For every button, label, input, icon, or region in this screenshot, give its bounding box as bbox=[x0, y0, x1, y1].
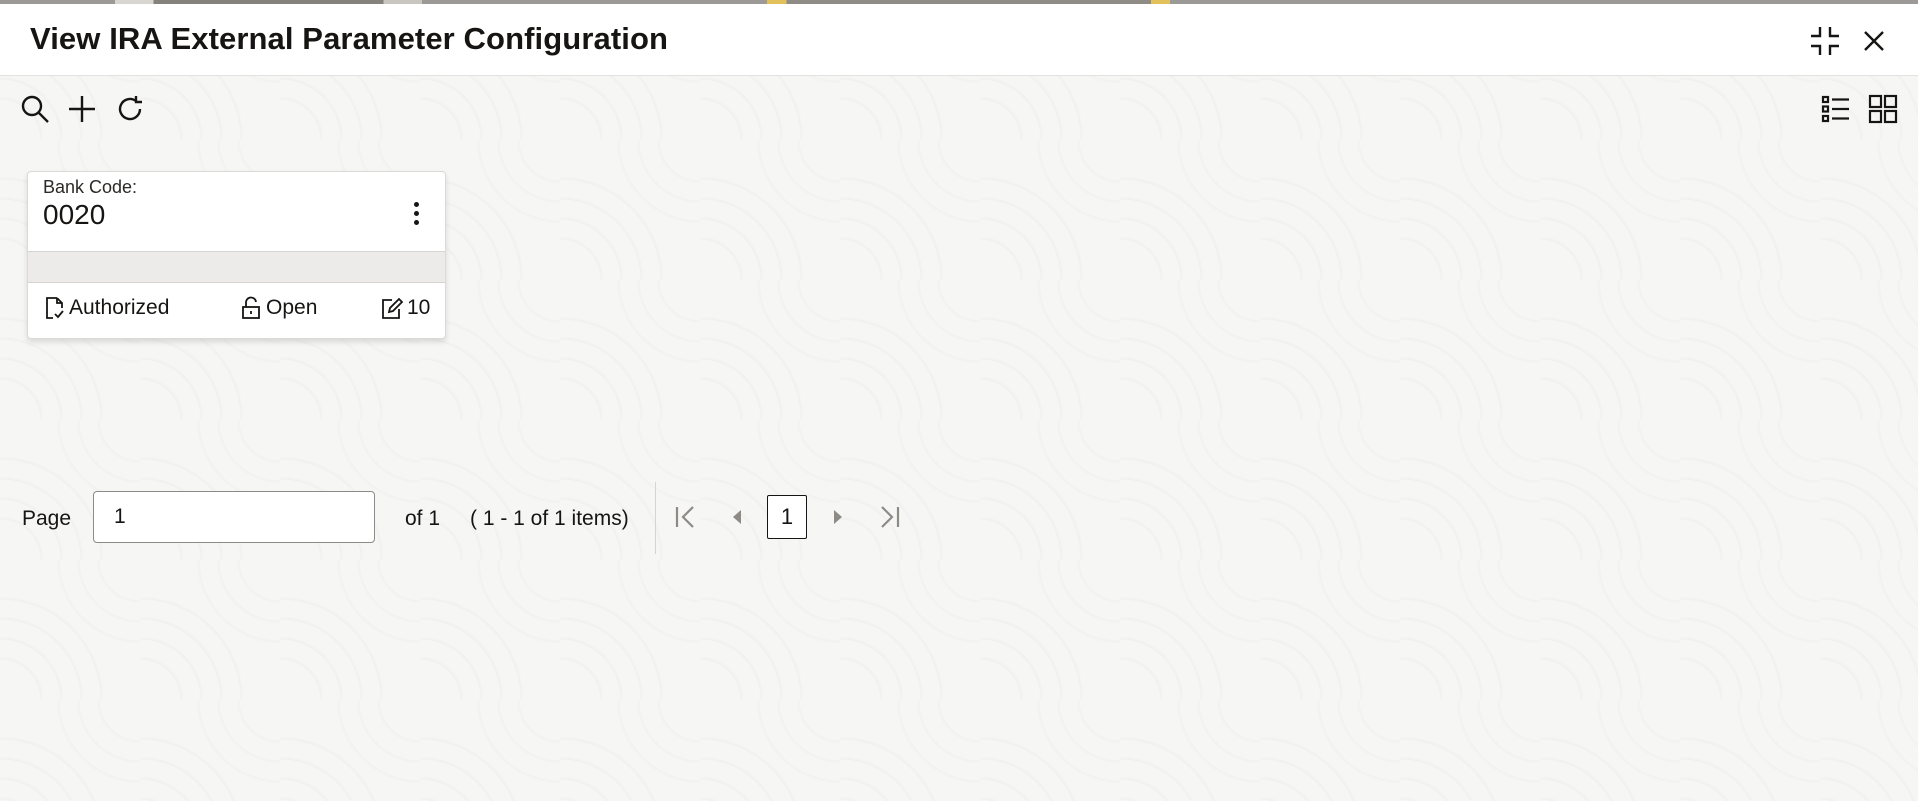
items-range-text: ( 1 - 1 of 1 items) bbox=[470, 507, 629, 530]
record-card[interactable]: Bank Code: 0020 Authorized Open 10 bbox=[27, 171, 446, 339]
page-title: View IRA External Parameter Configuratio… bbox=[30, 21, 669, 56]
search-icon[interactable] bbox=[19, 93, 51, 125]
pagination: Page of 1 ( 1 - 1 of 1 items) 1 bbox=[0, 482, 920, 554]
lock-status-label: Open bbox=[266, 296, 318, 319]
first-page-icon[interactable] bbox=[671, 502, 701, 532]
previous-page-icon[interactable] bbox=[722, 502, 752, 532]
next-page-icon[interactable] bbox=[823, 502, 853, 532]
grid-view-icon[interactable] bbox=[1867, 93, 1899, 125]
authorized-status-label: Authorized bbox=[69, 296, 170, 319]
current-page-button[interactable]: 1 bbox=[767, 495, 807, 539]
card-divider-band bbox=[28, 251, 445, 283]
authorized-status: Authorized bbox=[43, 296, 169, 320]
page-label: Page bbox=[22, 507, 72, 530]
bank-code-label: Bank Code: bbox=[43, 177, 138, 197]
edit-icon bbox=[382, 297, 403, 319]
minimize-icon[interactable] bbox=[1808, 24, 1842, 58]
close-icon[interactable] bbox=[1857, 24, 1891, 58]
unlock-icon bbox=[242, 296, 260, 319]
modification-count-label: 10 bbox=[407, 296, 431, 319]
list-view-icon[interactable] bbox=[1820, 93, 1852, 125]
more-options-icon[interactable] bbox=[407, 199, 425, 235]
card-footer: Authorized Open 10 bbox=[28, 296, 445, 326]
page-number-input[interactable] bbox=[93, 491, 375, 543]
last-page-icon[interactable] bbox=[874, 502, 904, 532]
document-check-icon bbox=[46, 297, 64, 319]
pager-divider bbox=[655, 482, 656, 554]
page-count-text: of 1 bbox=[405, 507, 441, 530]
refresh-icon[interactable] bbox=[114, 93, 146, 125]
modification-count: 10 bbox=[381, 296, 430, 320]
add-icon[interactable] bbox=[66, 93, 98, 125]
page-header: View IRA External Parameter Configuratio… bbox=[0, 4, 1918, 76]
lock-status: Open bbox=[240, 296, 317, 320]
bank-code-value: 0020 bbox=[43, 199, 106, 230]
